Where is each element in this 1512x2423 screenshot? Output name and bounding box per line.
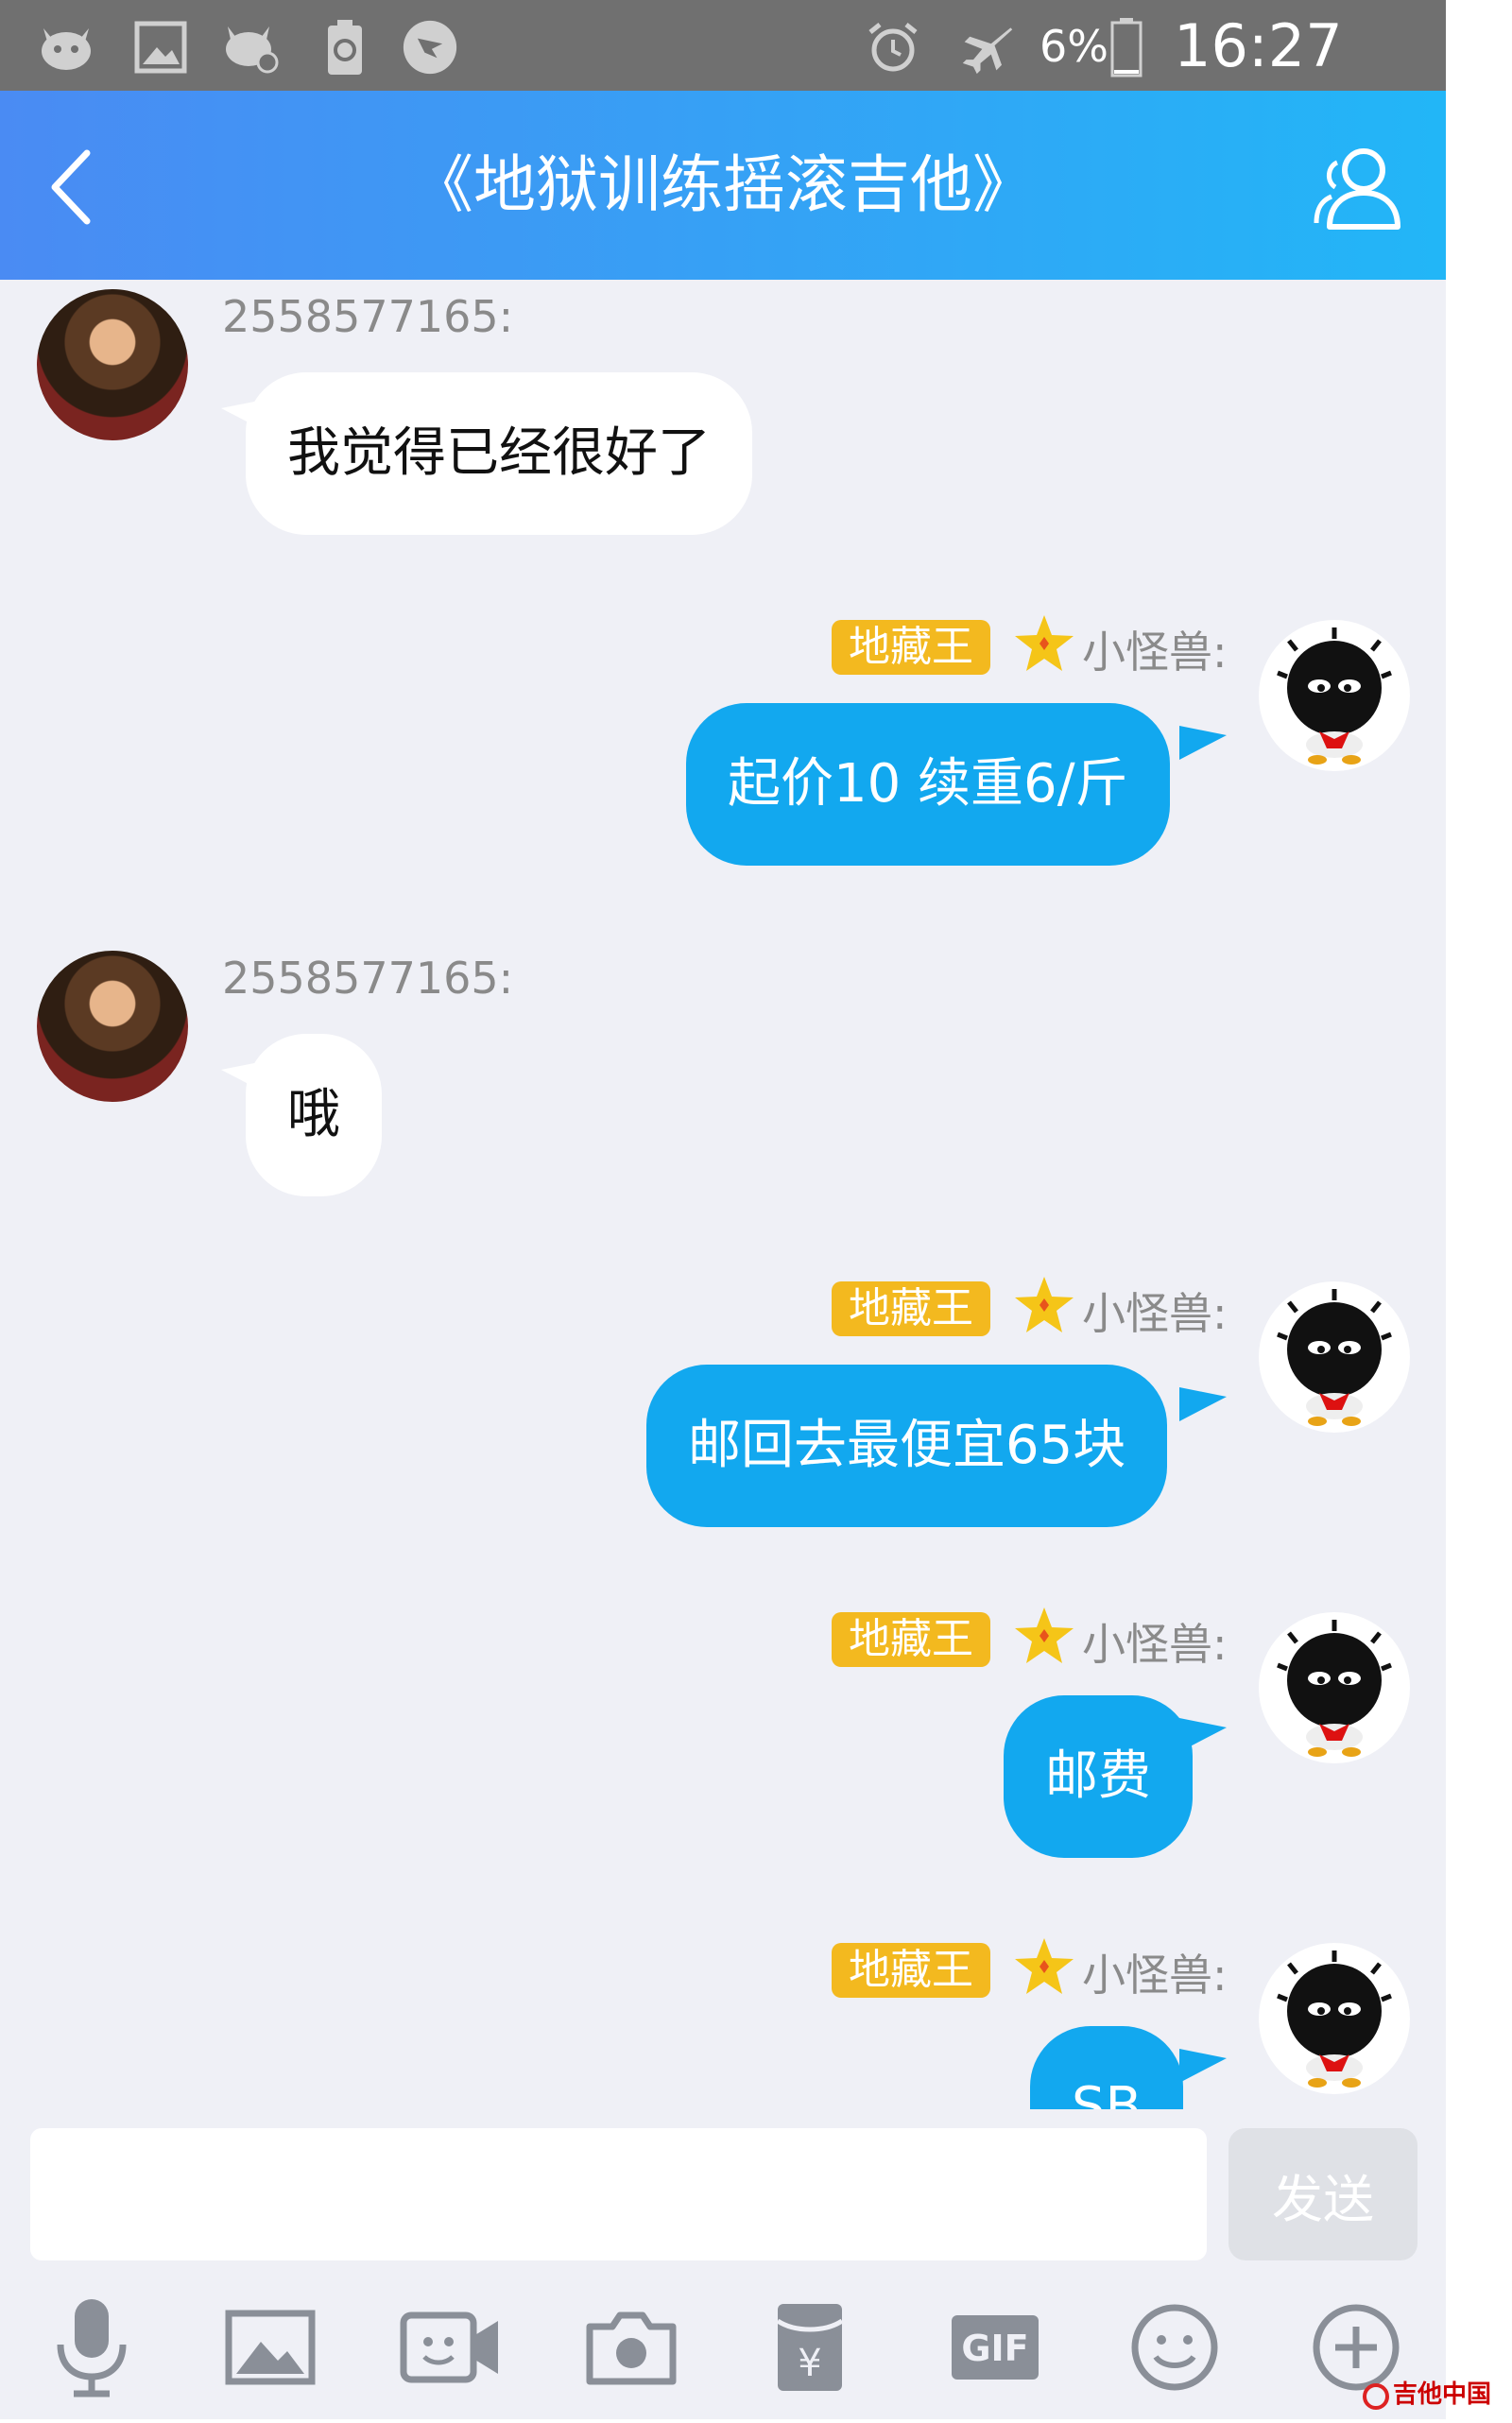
yuan-symbol: ¥ [798,2342,821,2385]
sender-name: 小怪兽: [1082,627,1228,678]
screen: 6% 16:27 《地狱训练摇滚吉他》 2558577165: 我觉得已经很好了 [0,0,1446,2419]
message-bubble[interactable]: 邮费 [1004,1695,1193,1858]
gif-icon: GIF [952,2315,1039,2380]
message-bubble[interactable]: SB [1030,2026,1183,2109]
camera-button[interactable] [575,2291,688,2404]
dingtalk-icon [402,19,458,76]
gif-label: GIF [961,2328,1028,2369]
group-members-icon [1314,148,1400,230]
member-title-badge: 地藏王 [832,1281,990,1336]
battery-percent: 6% [1040,21,1108,72]
right-margin [1446,0,1512,2419]
red-envelope-icon: ¥ [776,2304,844,2391]
chat-header: 《地狱训练摇滚吉他》 [0,91,1446,280]
back-button[interactable] [28,140,123,234]
emoji-button[interactable] [1118,2291,1231,2404]
message-bubble[interactable]: 邮回去最便宜65块 [646,1365,1168,1527]
watermark-text: 吉他中国 [1393,2380,1491,2409]
microphone-icon [57,2299,127,2397]
image-button[interactable] [214,2291,327,2404]
black-fluffy-penguin-avatar[interactable] [1259,1943,1410,2094]
image-icon [225,2310,316,2385]
input-bar: 发送 ¥ GIF [0,2109,1446,2419]
star-level-icon [1015,1277,1074,1332]
star-level-icon [1015,1607,1074,1663]
message-bubble[interactable]: 起价10 续重6/斤 [686,703,1170,866]
star-level-icon [1015,1938,1074,1994]
red-envelope-button[interactable]: ¥ [753,2291,867,2404]
sender-name: 小怪兽: [1082,1619,1228,1670]
camera-icon [586,2311,677,2385]
message-bubble[interactable]: 哦 [246,1034,382,1196]
sender-name: 小怪兽: [1082,1288,1228,1339]
site-watermark-logo: 吉他中国 [1361,2363,1512,2419]
qq-icon [38,19,94,76]
video-call-icon [400,2311,498,2383]
bubble-tail [1179,2049,1227,2083]
star-level-icon [1015,615,1074,671]
group-members-button[interactable] [1309,136,1413,240]
sender-name: 2558577165: [222,291,514,342]
message-list[interactable]: 2558577165: 我觉得已经很好了 地藏王 小怪兽: 起价10 续重6/斤… [0,280,1446,2109]
send-button[interactable]: 发送 [1228,2128,1418,2260]
status-bar: 6% 16:27 [0,0,1446,91]
black-fluffy-penguin-avatar[interactable] [1259,1612,1410,1763]
sender-name: 小怪兽: [1082,1950,1228,2001]
member-title-badge: 地藏王 [832,620,990,675]
black-fluffy-penguin-avatar[interactable] [1259,620,1410,771]
member-title-badge: 地藏王 [832,1943,990,1998]
black-fluffy-penguin-avatar[interactable] [1259,1281,1410,1433]
gif-button[interactable]: GIF [938,2291,1052,2404]
bubble-tail [1179,1387,1227,1421]
message-bubble[interactable]: 我觉得已经很好了 [246,372,752,535]
sender-name: 2558577165: [222,953,514,1004]
airplane-mode-icon [959,19,1016,76]
group-title: 《地狱训练摇滚吉他》 [411,148,1035,221]
portrait-avatar[interactable] [37,951,188,1102]
portrait-avatar[interactable] [37,289,188,440]
member-title-badge: 地藏王 [832,1612,990,1667]
bubble-tail [1179,726,1227,760]
alarm-icon [865,19,921,76]
bubble-tail [1179,1718,1227,1752]
battery-saver-icon [317,19,373,76]
chevron-left-icon [51,149,91,225]
emoji-icon [1131,2304,1218,2391]
qq-muted-icon [222,19,279,76]
clock: 16:27 [1174,11,1343,80]
video-call-button[interactable] [395,2291,508,2404]
image-notification-icon [132,19,189,76]
voice-input-button[interactable] [35,2291,148,2404]
message-input[interactable] [30,2128,1207,2260]
battery-icon [1108,18,1145,77]
